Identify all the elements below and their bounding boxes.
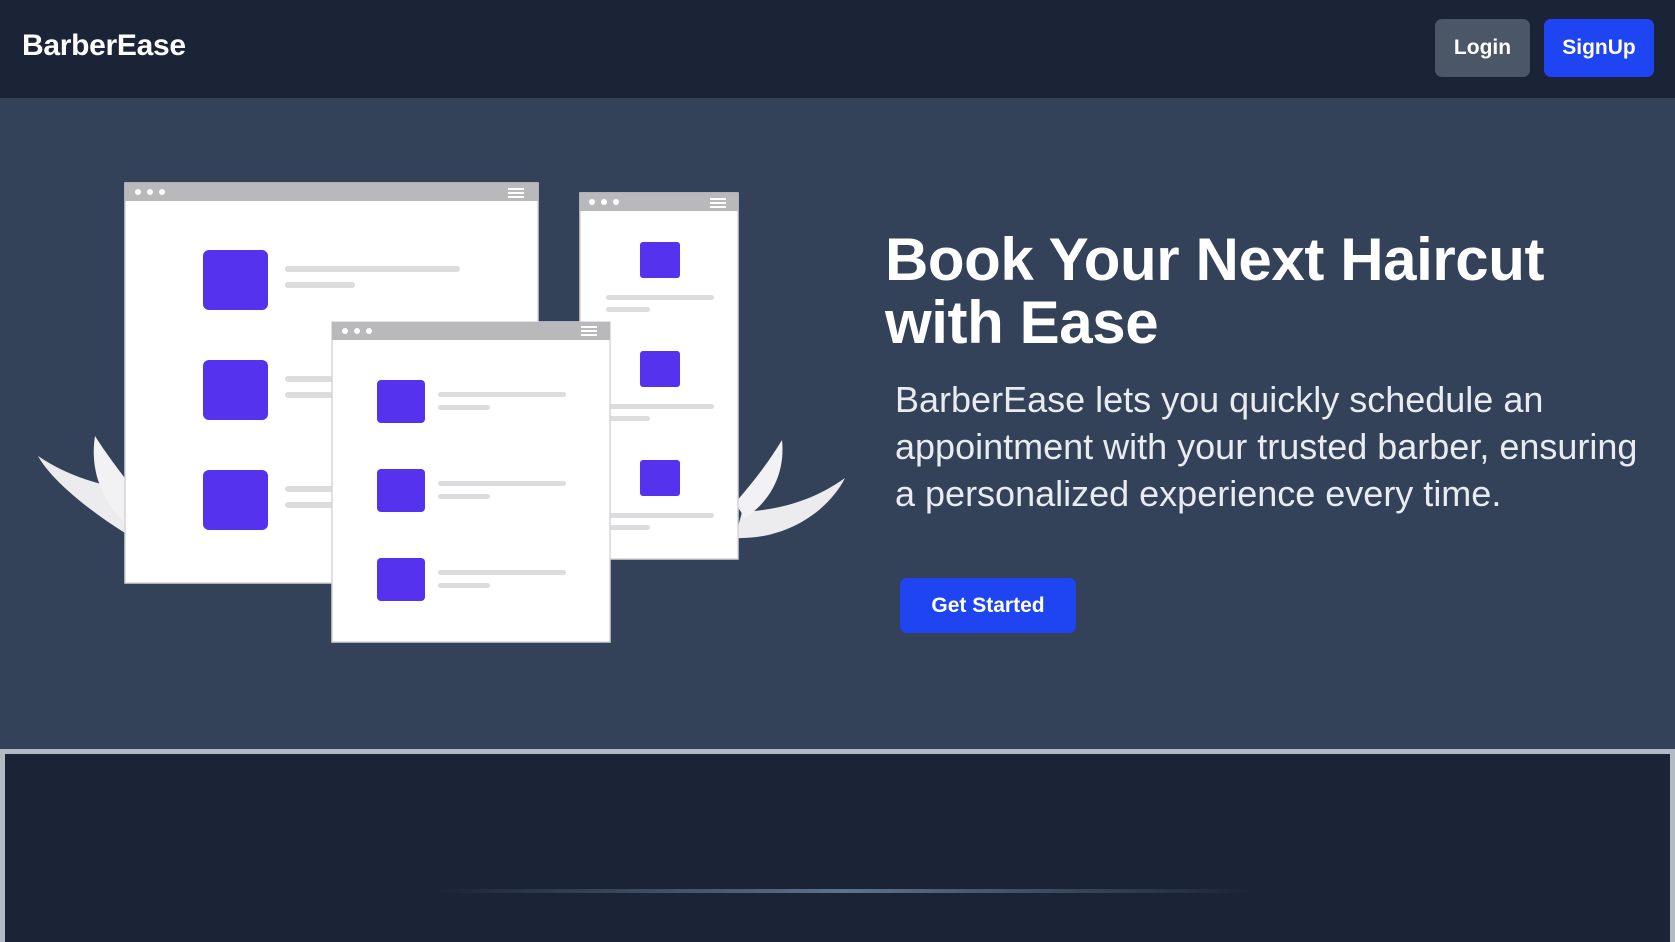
front-browser-window — [331, 321, 611, 643]
get-started-button[interactable]: Get Started — [900, 578, 1076, 633]
lower-section — [0, 749, 1675, 942]
hero-section: Book Your Next Haircut with Ease BarberE… — [0, 98, 1675, 749]
section-divider — [435, 889, 1255, 893]
login-button[interactable]: Login — [1435, 19, 1530, 77]
hero-title: Book Your Next Haircut with Ease — [885, 226, 1545, 356]
booking-windows-illustration — [38, 182, 845, 643]
brand-logo-text[interactable]: BarberEase — [22, 29, 186, 63]
right-leaf-decoration — [735, 440, 845, 539]
navbar: BarberEase Login SignUp — [0, 0, 1675, 98]
hero-description: BarberEase lets you quickly schedule an … — [895, 379, 1638, 514]
signup-button[interactable]: SignUp — [1544, 19, 1654, 77]
